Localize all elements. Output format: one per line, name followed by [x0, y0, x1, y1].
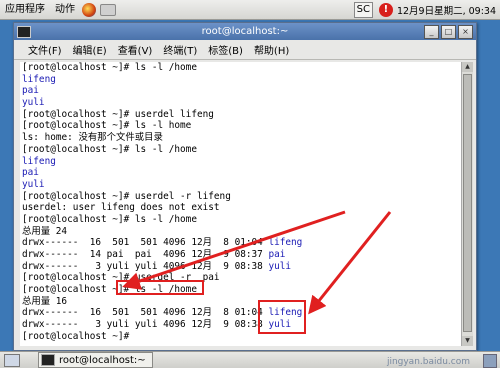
terminal-line: [root@localhost ~]# ls -l /home — [22, 62, 197, 73]
terminal-line: userdel: user lifeng does not exist — [22, 202, 220, 214]
directory-name: yuli — [268, 319, 292, 331]
terminal-line: drwx------ 14 pai pai 4096 12月 9 08:37 p… — [22, 249, 286, 260]
minimize-button[interactable]: _ — [424, 25, 439, 39]
scroll-thumb[interactable] — [463, 74, 472, 332]
terminal-output[interactable]: [root@localhost ~]# ls -l /home lifeng pai… — [20, 62, 462, 346]
directory-name: pai — [268, 249, 286, 260]
top-panel: 应用程序 动作 SC ! 12月9日星期二, 09:34 — [0, 0, 500, 20]
terminal-line: [root@localhost ~]# ls -l /home — [22, 213, 197, 225]
directory-name: lifeng — [268, 307, 303, 319]
terminal-line: yuli — [22, 178, 45, 190]
window-title: root@localhost:~ — [201, 26, 289, 37]
terminal-window: root@localhost:~ _ □ × 文件(F) 编辑(E) 查看(V)… — [13, 22, 477, 351]
menu-file[interactable]: 文件(F) — [28, 42, 62, 57]
terminal-line: [root@localhost ~]# ls -l home — [22, 120, 192, 132]
terminal-line: [root@localhost ~]# ls -l /home — [22, 284, 197, 296]
show-desktop-icon[interactable] — [4, 353, 20, 367]
actions-menu[interactable]: 动作 — [50, 0, 80, 19]
scroll-up-arrow-icon[interactable]: ▲ — [462, 62, 473, 72]
terminal-line: pai — [22, 167, 39, 179]
mail-client-icon[interactable] — [100, 3, 116, 16]
terminal-line: drwx------ 16 501 501 4096 12月 8 01:04 l… — [22, 307, 303, 319]
maximize-button[interactable]: □ — [441, 25, 456, 39]
terminal-line: [root@localhost ~]# userdel -r lifeng — [22, 190, 231, 202]
terminal-line: 总用量 16 — [22, 295, 68, 307]
window-titlebar[interactable]: root@localhost:~ _ □ × — [14, 23, 476, 40]
scroll-down-arrow-icon[interactable]: ▼ — [462, 336, 473, 346]
directory-name: lifeng — [268, 237, 303, 249]
terminal-line: ls: home: 没有那个文件或目录 — [22, 132, 163, 144]
window-menubar: 文件(F) 编辑(E) 查看(V) 终端(T) 标签(B) 帮助(H) — [14, 40, 476, 60]
web-browser-icon[interactable] — [82, 2, 96, 17]
menu-help[interactable]: 帮助(H) — [254, 42, 289, 57]
menu-terminal[interactable]: 终端(T) — [163, 42, 197, 57]
close-button[interactable]: × — [458, 25, 473, 39]
menu-view[interactable]: 查看(V) — [118, 42, 153, 57]
applications-menu[interactable]: 应用程序 — [0, 0, 50, 19]
terminal-line: yuli — [22, 97, 45, 109]
top-panel-tray: SC ! 12月9日星期二, 09:34 — [353, 0, 496, 19]
clock[interactable]: 12月9日星期二, 09:34 — [397, 3, 496, 17]
taskbar-label: root@localhost:~ — [59, 354, 146, 366]
terminal-line: [root@localhost ~]# userdel -r pai — [22, 272, 220, 284]
bottom-panel: root@localhost:~ jingyan.baidu.com — [0, 351, 500, 368]
terminal-line: pai — [22, 85, 39, 97]
workspace-switcher-icon[interactable] — [483, 354, 497, 368]
directory-name: yuli — [268, 260, 292, 272]
window-controls: _ □ × — [422, 25, 473, 39]
terminal-line: lifeng — [22, 155, 56, 167]
update-alert-icon[interactable]: ! — [378, 2, 393, 17]
terminal-line: drwx------ 3 yuli yuli 4096 12月 9 08:38 … — [22, 260, 292, 272]
terminal-line: [root@localhost ~]# userdel lifeng — [22, 108, 214, 120]
scrollbar[interactable]: ▲ ▼ — [461, 62, 473, 346]
terminal-line: drwx------ 3 yuli yuli 4096 12月 9 08:38 … — [22, 319, 292, 331]
taskbar-terminal-button[interactable]: root@localhost:~ — [38, 352, 153, 368]
input-method-indicator[interactable]: SC — [353, 1, 373, 18]
menu-tabs[interactable]: 标签(B) — [208, 42, 243, 57]
watermark: jingyan.baidu.com — [386, 357, 470, 367]
terminal-icon — [41, 354, 55, 366]
terminal-line: [root@localhost ~]# ls -l /home — [22, 143, 197, 155]
terminal-line: [root@localhost ~]# — [22, 330, 135, 342]
terminal-line: lifeng — [22, 73, 56, 85]
terminal-icon[interactable] — [17, 26, 31, 38]
terminal-line: drwx------ 16 501 501 4096 12月 8 01:04 l… — [22, 237, 303, 249]
menu-edit[interactable]: 编辑(E) — [73, 42, 107, 57]
terminal-line: 总用量 24 — [22, 225, 68, 237]
